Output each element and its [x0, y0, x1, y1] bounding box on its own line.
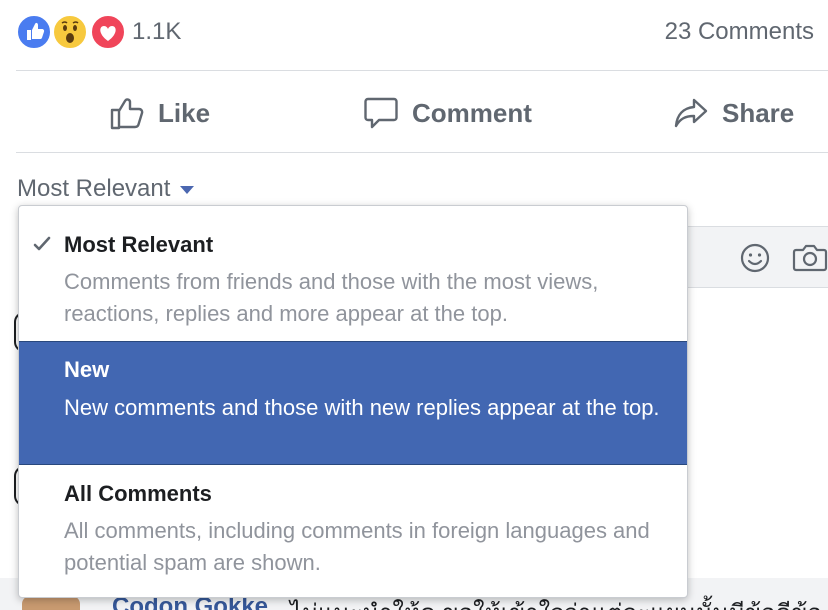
reaction-count[interactable]: 1.1K: [132, 18, 181, 46]
sort-option-description: Comments from friends and those with the…: [64, 269, 599, 326]
sort-option-title: All Comments: [64, 481, 212, 506]
divider: [16, 152, 828, 153]
like-reaction-icon: [16, 14, 52, 50]
comment-bubble-icon: [364, 97, 398, 129]
comment-sort-toggle[interactable]: Most Relevant: [17, 172, 195, 206]
caret-down-icon: [180, 186, 195, 194]
thumbs-up-icon: [110, 98, 144, 130]
sort-option-description: All comments, including comments in fore…: [64, 518, 650, 575]
divider: [16, 70, 828, 71]
comments-count-link[interactable]: 23 Comments: [665, 18, 814, 46]
share-button[interactable]: Share: [672, 76, 794, 150]
comment-sort-menu: Most Relevant Comments from friends and …: [18, 205, 688, 598]
like-label: Like: [158, 97, 211, 128]
share-arrow-icon: [674, 98, 708, 128]
sort-option-title: New: [64, 357, 110, 382]
avatar[interactable]: [22, 596, 80, 610]
wow-reaction-icon: [52, 14, 88, 50]
checkmark-icon: [33, 236, 51, 251]
action-bar: Like Comment Share: [16, 76, 828, 150]
love-reaction-icon: [90, 14, 126, 50]
sort-option-most-relevant[interactable]: Most Relevant Comments from friends and …: [19, 206, 687, 341]
sort-option-description: New comments and those with new replies …: [64, 395, 660, 420]
camera-icon[interactable]: [792, 241, 828, 275]
comment-button[interactable]: Comment: [362, 76, 532, 150]
reactions-summary[interactable]: 1.1K 23 Comments: [16, 10, 816, 54]
like-button[interactable]: Like: [108, 76, 210, 150]
sort-option-all-comments[interactable]: All Comments All comments, including com…: [19, 465, 687, 597]
reaction-icons[interactable]: [16, 14, 136, 52]
sort-option-title: Most Relevant: [64, 232, 214, 257]
sort-current-label: Most Relevant: [17, 175, 171, 202]
share-label: Share: [722, 97, 795, 128]
smiley-icon[interactable]: [738, 241, 772, 275]
comment-label: Comment: [412, 97, 532, 128]
sort-option-new[interactable]: New New comments and those with new repl…: [19, 341, 687, 465]
